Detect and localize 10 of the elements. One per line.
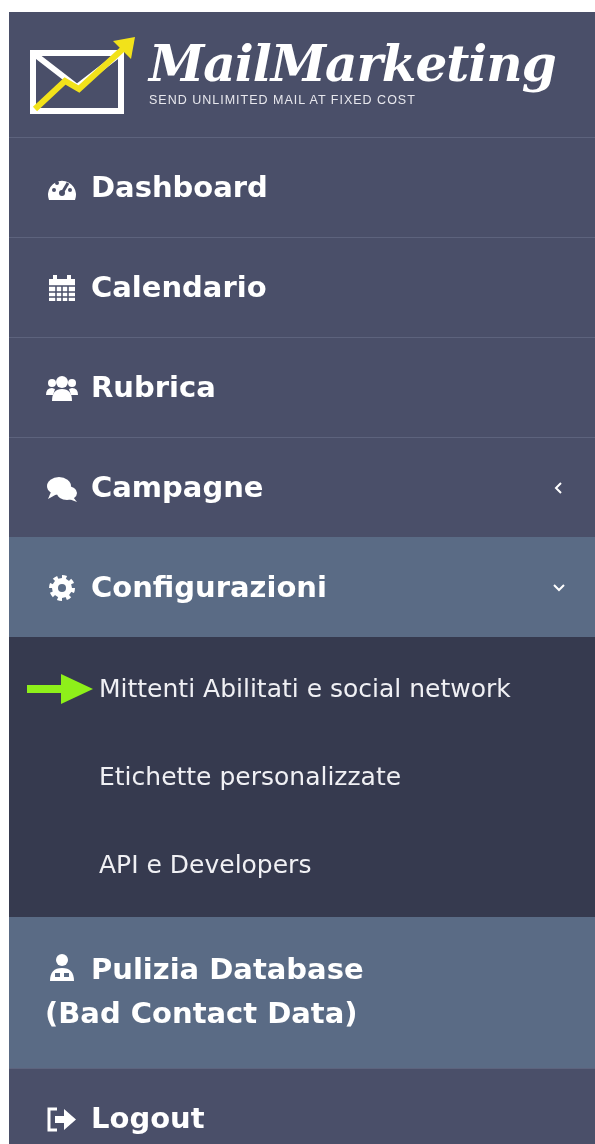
logo-tagline: SEND UNLIMITED MAIL AT FIXED COST (149, 93, 417, 110)
menu-item[interactable]: Logout (9, 1068, 595, 1144)
menu-item[interactable]: Calendario (9, 237, 595, 337)
submenu-item[interactable]: Etichette personalizzate (9, 733, 595, 821)
submenu-item[interactable]: Mittenti Abilitati e social network (9, 645, 595, 733)
menu-item[interactable]: Configurazioni (9, 537, 595, 637)
menu-item[interactable]: Pulizia Database (Bad Contact Data) (9, 917, 595, 1068)
menu-item[interactable]: Dashboard (9, 137, 595, 237)
submenu-item[interactable]: API e Developers (9, 821, 595, 909)
menu-item[interactable]: Rubrica (9, 337, 595, 437)
